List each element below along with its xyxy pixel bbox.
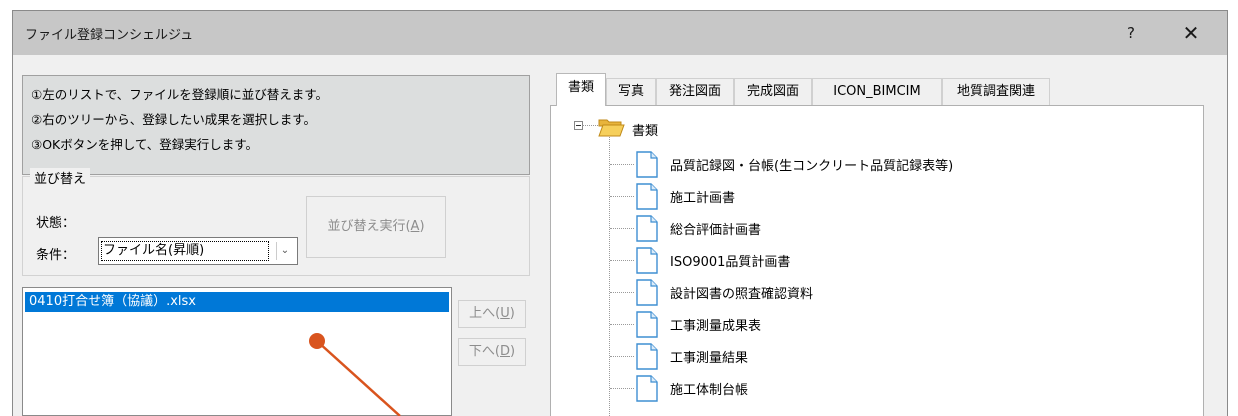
sort-execute-button[interactable]: 並び替え実行(A) [306,196,446,258]
document-icon [636,215,658,242]
document-icon [636,279,658,306]
state-label: 状態： [36,216,76,231]
instruction-line-2: ②右のツリーから、登録したい成果を選択します。 [31,112,316,127]
close-button[interactable]: ✕ [1163,11,1219,55]
move-up-accel: U [500,306,510,321]
instruction-line-1: ①左のリストで、ファイルを登録順に並び替えます。 [31,87,328,102]
tree-connector [610,324,634,325]
tab-geological-survey[interactable]: 地質調査関連 [942,78,1050,105]
move-up-suffix: ) [509,306,515,321]
tree-node-label: 総合評価計画書 [670,223,762,238]
tab-icon-bimcim[interactable]: ICON_BIMCIM [812,78,942,105]
tree-root-label[interactable]: 書類 [632,120,658,139]
tab-completion-drawings[interactable]: 完成図面 [734,78,812,105]
tree-node-label: 施工体制台帳 [670,383,749,398]
move-up-button[interactable]: 上へ(U) [458,300,526,328]
tree-connector [610,356,634,357]
document-icon [636,151,658,178]
file-list[interactable]: 0410打合せ簿（協議）.xlsx [22,287,452,416]
document-icon [636,247,658,274]
condition-select[interactable]: ファイル名(昇順) ⌄ [98,237,298,265]
tree-connector [610,260,634,261]
tree-connector [610,292,634,293]
tree-node-label: 施工計画書 [670,191,736,206]
move-down-suffix: ) [510,344,516,359]
tree-node-label: 設計図書の照査確認資料 [670,287,814,302]
tree-connector [609,133,610,416]
tab-photos[interactable]: 写真 [606,78,656,105]
title-bar[interactable]: ファイル登録コンシェルジュ ? ✕ [13,11,1227,55]
window-title: ファイル登録コンシェルジュ [25,28,194,43]
list-item[interactable]: 0410打合せ簿（協議）.xlsx [25,292,449,312]
tree-connector [610,196,634,197]
tree-connector [610,164,634,165]
condition-value: ファイル名(昇順) [101,241,269,261]
move-down-accel: D [499,344,510,359]
tab-documents[interactable]: 書類 [556,73,606,106]
chevron-down-icon[interactable]: ⌄ [276,242,293,260]
tree-node-label: ISO9001品質計画書 [670,255,791,270]
tree-node-label: 工事測量成果表 [670,319,762,334]
instruction-line-3: ③OKボタンを押して、登録実行します。 [31,137,258,152]
tree-node-label: 工事測量結果 [670,351,749,366]
tab-order-drawings[interactable]: 発注図面 [656,78,734,105]
sort-group-title: 並び替え [30,168,91,187]
document-icon [636,183,658,210]
tree-connector [610,388,634,389]
document-icon [636,375,658,402]
document-icon [636,343,658,370]
condition-label: 条件： [36,248,76,263]
move-down-button[interactable]: 下へ(D) [458,338,526,366]
sort-execute-label: 並び替え実行( [327,219,411,234]
instructions-panel: ①左のリストで、ファイルを登録順に並び替えます。 ②右のツリーから、登録したい成… [22,75,530,175]
sort-execute-suffix: ) [419,219,425,234]
move-up-label: 上へ( [469,306,501,321]
folder-open-icon [598,119,625,137]
tree-connector [610,228,634,229]
tree-node-label: 品質記録図・台帳(生コンクリート品質記録表等) [670,159,954,174]
move-down-label: 下へ( [468,344,500,359]
help-button[interactable]: ? [1107,11,1155,55]
document-icon [636,311,658,338]
